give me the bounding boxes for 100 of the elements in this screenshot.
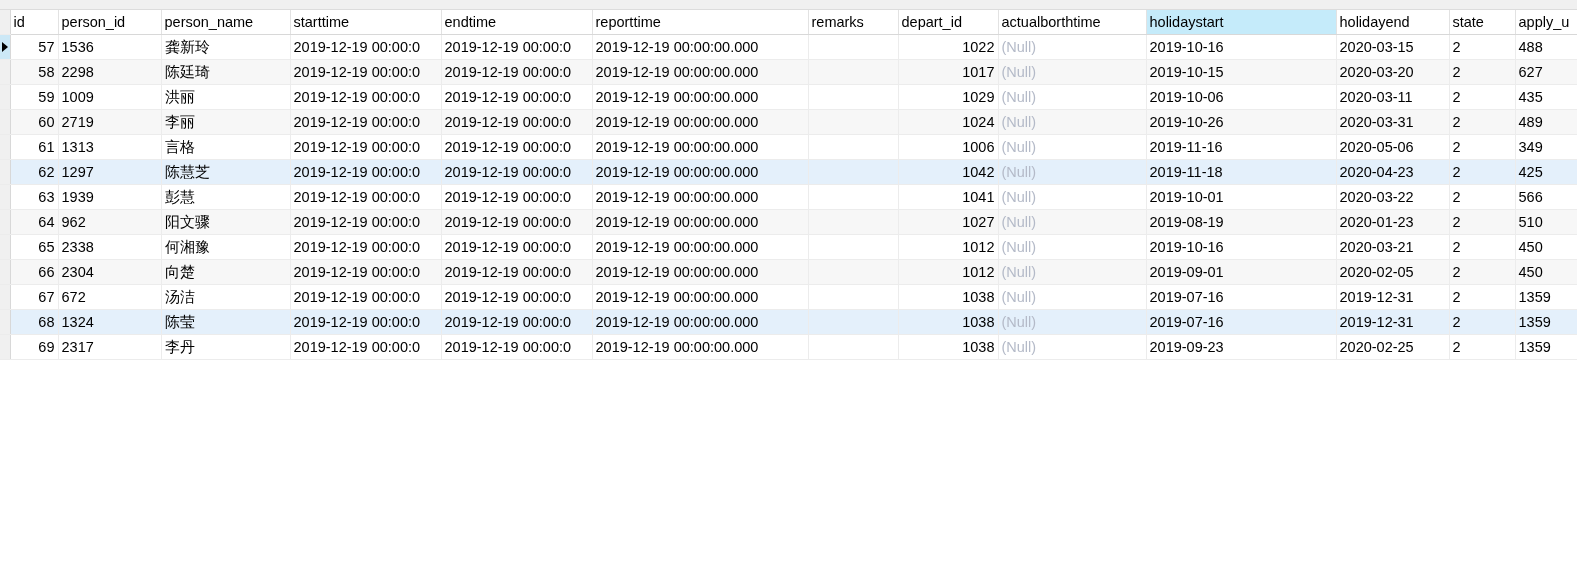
- column-header[interactable]: id: [10, 10, 58, 35]
- table-cell: 2019-12-19 00:00:0: [444, 189, 572, 205]
- table-cell: 汤洁: [164, 287, 195, 307]
- table-cell: 2298: [61, 64, 94, 80]
- table-cell: 2019-07-16: [1149, 314, 1224, 330]
- column-header[interactable]: starttime: [290, 10, 441, 35]
- table-cell: 2338: [61, 239, 94, 255]
- table-cell: 2019-12-19 00:00:0: [293, 264, 421, 280]
- column-header[interactable]: holidayend: [1336, 10, 1449, 35]
- table-cell: 2019-12-19 00:00:0: [293, 64, 421, 80]
- table-cell: 2019-12-19 00:00:0: [293, 314, 421, 330]
- current-row-icon: [2, 42, 8, 52]
- table-cell: 2019-09-23: [1149, 339, 1224, 355]
- table-cell: 1359: [1518, 289, 1551, 305]
- table-cell: 672: [61, 289, 86, 305]
- table-cell: 62: [38, 164, 55, 180]
- table-cell: (Null): [1001, 239, 1037, 255]
- table-cell: 2019-12-19 00:00:0: [293, 189, 421, 205]
- table-cell: 言格: [164, 137, 195, 157]
- table-cell: 1536: [61, 39, 94, 55]
- table-cell: (Null): [1001, 64, 1037, 80]
- table-cell: 1038: [962, 339, 995, 355]
- table-cell: 2019-12-19 00:00:0: [293, 214, 421, 230]
- table-cell: 2019-12-19 00:00:0: [444, 114, 572, 130]
- table-cell: 2019-12-19 00:00:0: [293, 139, 421, 155]
- table-cell: 洪丽: [164, 87, 195, 107]
- table-cell: 2019-12-19 00:00:00.000: [595, 289, 759, 305]
- table-cell: 2019-12-19 00:00:0: [444, 314, 572, 330]
- table-cell: 450: [1518, 239, 1543, 255]
- table-cell: 489: [1518, 114, 1543, 130]
- table-cell: 69: [38, 339, 55, 355]
- table-cell: 2019-12-19 00:00:00.000: [595, 39, 759, 55]
- table-cell: 1022: [962, 39, 995, 55]
- table-cell: 2019-12-19 00:00:0: [444, 164, 572, 180]
- column-header[interactable]: reporttime: [592, 10, 808, 35]
- column-header[interactable]: person_name: [161, 10, 290, 35]
- table-cell: 1041: [962, 189, 995, 205]
- column-header[interactable]: holidaystart: [1146, 10, 1336, 35]
- table-cell: 2019-12-19 00:00:0: [444, 89, 572, 105]
- table-cell: 2719: [61, 114, 94, 130]
- table-cell: 435: [1518, 89, 1543, 105]
- column-header[interactable]: depart_id: [898, 10, 998, 35]
- column-header[interactable]: remarks: [808, 10, 898, 35]
- table-cell: 1359: [1518, 314, 1551, 330]
- table-cell: 425: [1518, 164, 1543, 180]
- table-cell: 2019-12-19 00:00:00.000: [595, 189, 759, 205]
- table-cell: 2019-12-19 00:00:0: [293, 289, 421, 305]
- table-cell: 2020-03-21: [1339, 239, 1414, 255]
- table-cell: 2019-09-01: [1149, 264, 1224, 280]
- table-cell: 1038: [962, 314, 995, 330]
- table-cell: 2019-10-15: [1149, 64, 1224, 80]
- table-cell: 962: [61, 214, 86, 230]
- table-cell: 陈慧芝: [164, 162, 210, 182]
- table-cell: 2019-12-31: [1339, 289, 1414, 305]
- table-cell: 2019-12-19 00:00:0: [293, 339, 421, 355]
- table-cell: 2: [1452, 39, 1461, 55]
- table-cell: 2019-10-16: [1149, 239, 1224, 255]
- table-cell: 2: [1452, 64, 1461, 80]
- table-cell: 2020-03-22: [1339, 189, 1414, 205]
- table-cell: (Null): [1001, 289, 1037, 305]
- table-cell: 2019-07-16: [1149, 289, 1224, 305]
- table-cell: 2019-12-19 00:00:0: [444, 139, 572, 155]
- table-cell: 陈廷琦: [164, 62, 210, 82]
- table-cell: 68: [38, 314, 55, 330]
- table-cell: 1297: [61, 164, 94, 180]
- table-cell: 2: [1452, 239, 1461, 255]
- table-cell: 2019-12-19 00:00:00.000: [595, 239, 759, 255]
- table-cell: 2: [1452, 339, 1461, 355]
- table-cell: 2: [1452, 164, 1461, 180]
- table-cell: 1027: [962, 214, 995, 230]
- table-cell: 向楚: [164, 262, 195, 282]
- table-cell: 2019-12-19 00:00:00.000: [595, 114, 759, 130]
- table-cell: 1009: [61, 89, 94, 105]
- table-cell: 58: [38, 64, 55, 80]
- table-cell: 何湘豫: [164, 237, 210, 257]
- table-cell: 2: [1452, 189, 1461, 205]
- table-cell: 2019-12-19 00:00:0: [293, 114, 421, 130]
- table-cell: 1324: [61, 314, 94, 330]
- column-header[interactable]: person_id: [58, 10, 161, 35]
- table-cell: 57: [38, 39, 55, 55]
- table-cell: 2020-03-11: [1339, 89, 1413, 105]
- table-cell: 2019-12-19 00:00:00.000: [595, 89, 759, 105]
- table-cell: 2020-03-20: [1339, 64, 1414, 80]
- table-cell: 1017: [962, 64, 995, 80]
- table-cell: 2317: [61, 339, 94, 355]
- column-header[interactable]: endtime: [441, 10, 592, 35]
- table-cell: 2019-12-19 00:00:0: [444, 39, 572, 55]
- table-cell: 阳文骤: [164, 212, 210, 232]
- table-cell: 2: [1452, 289, 1461, 305]
- column-header[interactable]: actualborthtime: [998, 10, 1146, 35]
- table-cell: 1012: [962, 239, 995, 255]
- table-cell: 2019-12-31: [1339, 314, 1414, 330]
- table-cell: 2020-01-23: [1339, 214, 1414, 230]
- table-cell: 349: [1518, 139, 1543, 155]
- table-cell: 2019-12-19 00:00:0: [444, 239, 572, 255]
- row-indicator[interactable]: [0, 34, 10, 60]
- table-cell: 2019-12-19 00:00:0: [293, 89, 421, 105]
- table-cell: 2: [1452, 114, 1461, 130]
- column-header[interactable]: apply_u: [1515, 10, 1577, 35]
- column-header[interactable]: state: [1449, 10, 1515, 35]
